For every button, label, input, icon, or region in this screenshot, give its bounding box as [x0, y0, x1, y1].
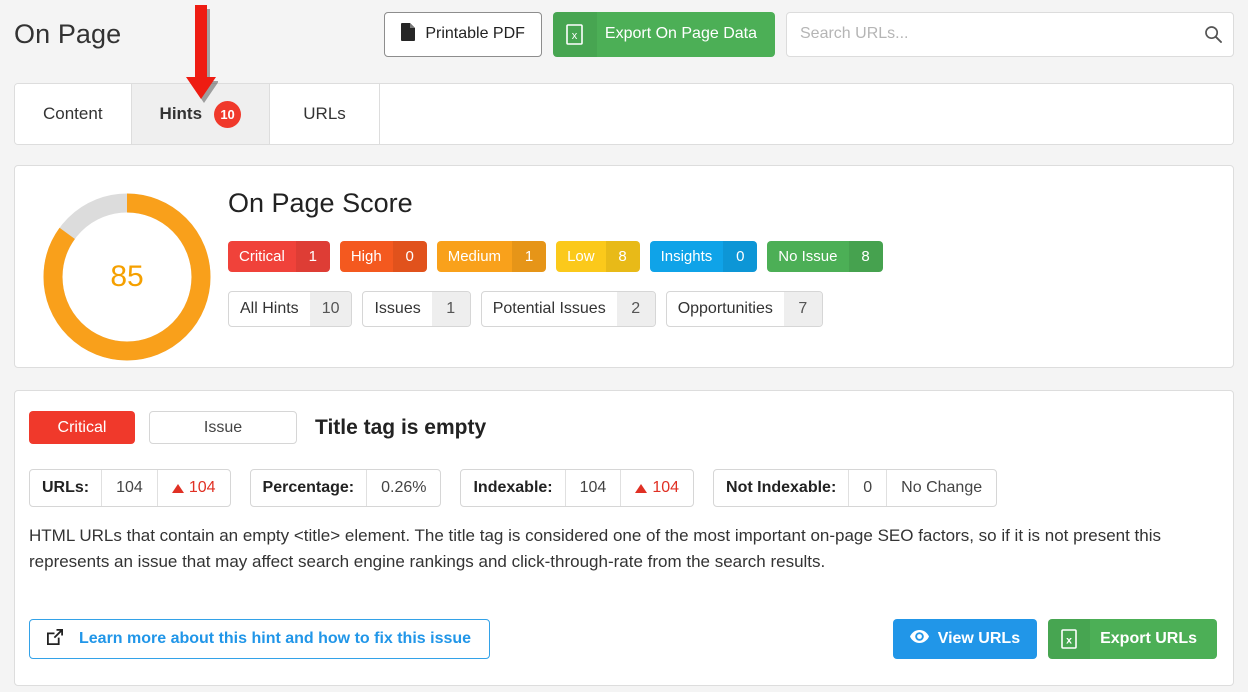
- on-page-screen: On Page Printable PDF x Export On Page D…: [0, 0, 1248, 692]
- tab-bar-filler: [380, 84, 1233, 144]
- view-urls-label: View URLs: [937, 630, 1021, 647]
- filter-label: Potential Issues: [492, 300, 606, 317]
- metric-value: 104: [579, 479, 607, 496]
- external-link-icon: [46, 628, 64, 651]
- severity-label: Medium: [447, 248, 502, 265]
- hint-footer-actions: View URLs x Export URLs: [892, 619, 1217, 659]
- metric-delta-value: 104: [188, 479, 216, 496]
- search-input[interactable]: [786, 11, 1234, 57]
- filter-all-hints[interactable]: All Hints 10: [228, 291, 353, 327]
- tab-hints-badge: 10: [214, 100, 242, 128]
- filter-potential-issues[interactable]: Potential Issues 2: [480, 291, 656, 327]
- metric-indexable: Indexable: 104 104: [460, 469, 695, 507]
- hint-detail-card: Critical Issue Title tag is empty URLs: …: [14, 390, 1234, 686]
- learn-more-label: Learn more about this hint and how to fi…: [79, 630, 472, 647]
- svg-text:x: x: [572, 30, 578, 42]
- learn-more-button[interactable]: Learn more about this hint and how to fi…: [29, 619, 491, 659]
- toolbar-actions: Printable PDF x Export On Page Data: [384, 11, 1234, 57]
- metric-value: 0.26%: [381, 479, 427, 496]
- on-page-score-card: 85 On Page Score Critical 1 High 0 Mediu…: [14, 165, 1234, 368]
- score-card-body: On Page Score Critical 1 High 0 Medium 1…: [228, 188, 1217, 327]
- metric-percentage: Percentage: 0.26%: [249, 469, 442, 507]
- metric-label: Indexable:: [461, 470, 566, 506]
- top-toolbar: On Page Printable PDF x Export On Page D…: [0, 0, 1248, 68]
- page-title: On Page: [14, 18, 122, 49]
- search-urls-field[interactable]: [786, 11, 1234, 57]
- severity-badge-insights[interactable]: Insights 0: [649, 241, 758, 272]
- filter-opportunities[interactable]: Opportunities 7: [665, 291, 823, 327]
- severity-label: Critical: [239, 248, 285, 265]
- tab-bar: Content Hints 10 URLs: [14, 83, 1234, 145]
- tab-urls[interactable]: URLs: [270, 84, 381, 144]
- severity-count: 1: [512, 241, 547, 272]
- export-on-page-data-label: Export On Page Data: [604, 25, 757, 42]
- metric-value: 104: [116, 479, 143, 496]
- filter-count: 1: [431, 292, 470, 326]
- severity-label: No Issue: [778, 248, 838, 265]
- severity-count: 1: [295, 241, 330, 272]
- printable-pdf-button[interactable]: Printable PDF: [384, 11, 542, 57]
- metric-label: Percentage:: [251, 470, 368, 506]
- metric-delta: 104: [620, 470, 693, 506]
- export-urls-label: Export URLs: [1100, 630, 1197, 647]
- severity-count: 0: [392, 241, 427, 272]
- hint-metric-row: URLs: 104 104 Percentage: 0.26% Indexabl…: [29, 469, 1217, 507]
- severity-count: 8: [605, 241, 640, 272]
- file-icon: [401, 22, 416, 46]
- filter-count: 7: [783, 292, 822, 326]
- hint-description: HTML URLs that contain an empty <title> …: [29, 526, 1162, 571]
- excel-icon: x: [552, 11, 597, 57]
- filter-count: 10: [309, 292, 352, 326]
- severity-badge-no-issue[interactable]: No Issue 8: [767, 241, 883, 272]
- tab-urls-label: URLs: [303, 104, 346, 123]
- metric-label: URLs:: [30, 470, 103, 506]
- tab-content[interactable]: Content: [15, 84, 132, 144]
- svg-text:x: x: [1066, 635, 1072, 647]
- tab-hints-label: Hints: [159, 104, 203, 123]
- score-card-title: On Page Score: [228, 188, 413, 218]
- metric-urls: URLs: 104 104: [29, 469, 231, 507]
- severity-count: 8: [848, 241, 883, 272]
- severity-badge-high[interactable]: High 0: [339, 241, 427, 272]
- view-urls-button[interactable]: View URLs: [892, 619, 1038, 659]
- hint-filter-row: All Hints 10 Issues 1 Potential Issues 2…: [228, 291, 1217, 327]
- metric-delta: No Change: [886, 470, 996, 506]
- filter-label: All Hints: [240, 300, 299, 317]
- metric-not-indexable: Not Indexable: 0 No Change: [713, 469, 998, 507]
- hint-type-button[interactable]: Issue: [149, 411, 297, 444]
- severity-badge-medium[interactable]: Medium 1: [436, 241, 547, 272]
- severity-badge-critical[interactable]: Critical 1: [228, 241, 330, 272]
- hint-title: Title tag is empty: [315, 415, 487, 439]
- export-urls-button[interactable]: x Export URLs: [1048, 619, 1217, 659]
- excel-icon: x: [1048, 619, 1091, 659]
- triangle-up-icon: [171, 483, 184, 493]
- tab-content-label: Content: [43, 104, 103, 123]
- metric-delta-value: 104: [652, 479, 680, 496]
- severity-badge-row: Critical 1 High 0 Medium 1 Low 8 Insight…: [228, 241, 1217, 272]
- filter-label: Opportunities: [677, 300, 773, 317]
- tab-hints[interactable]: Hints 10: [131, 84, 271, 144]
- filter-count: 2: [616, 292, 655, 326]
- score-value: 85: [110, 260, 144, 293]
- metric-value: 0: [863, 479, 873, 496]
- metric-delta: 104: [156, 470, 230, 506]
- hint-severity-badge: Critical: [29, 411, 135, 444]
- severity-badge-low[interactable]: Low 8: [556, 241, 640, 272]
- filter-label: Issues: [374, 300, 421, 317]
- metric-label: Not Indexable:: [714, 470, 850, 506]
- severity-label: Insights: [660, 248, 713, 265]
- score-donut: 85: [32, 190, 222, 361]
- hint-footer: Learn more about this hint and how to fi…: [29, 619, 1217, 659]
- hint-header: Critical Issue Title tag is empty: [29, 411, 1217, 444]
- filter-issues[interactable]: Issues 1: [362, 291, 471, 327]
- triangle-up-icon: [635, 483, 648, 493]
- export-on-page-data-button[interactable]: x Export On Page Data: [552, 11, 775, 57]
- severity-label: High: [350, 248, 382, 265]
- eye-icon: [909, 630, 929, 648]
- severity-count: 0: [723, 241, 758, 272]
- severity-label: Low: [567, 248, 595, 265]
- printable-pdf-label: Printable PDF: [425, 25, 525, 42]
